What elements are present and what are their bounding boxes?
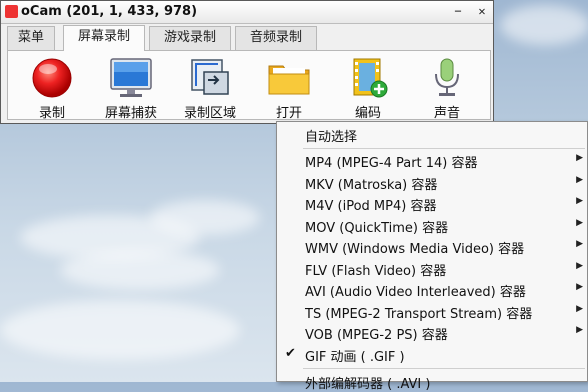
folder-icon xyxy=(268,65,310,95)
submenu-arrow-icon: ▶ xyxy=(576,218,583,228)
tab-game-record[interactable]: 游戏录制 xyxy=(149,26,231,50)
submenu-arrow-icon: ▶ xyxy=(576,239,583,249)
menu-item-label: MOV (QuickTime) 容器 xyxy=(305,221,449,236)
menu-item-label: VOB (MPEG-2 PS) 容器 xyxy=(305,328,448,343)
menu-item-label: FLV (Flash Video) 容器 xyxy=(305,264,447,279)
open-button[interactable]: 打开 xyxy=(250,54,328,121)
menu-item-label: TS (MPEG-2 Transport Stream) 容器 xyxy=(305,307,533,322)
submenu-arrow-icon: ▶ xyxy=(576,261,583,271)
record-icon xyxy=(32,58,72,98)
record-button[interactable]: 录制 xyxy=(13,54,91,121)
menu-item-avi[interactable]: AVI (Audio Video Interleaved) 容器 ▶ xyxy=(277,279,587,300)
codec-dropdown-menu: 自动选择 MP4 (MPEG-4 Part 14) 容器 ▶ MKV (Matr… xyxy=(276,121,588,392)
tab-audio-record[interactable]: 音频录制 xyxy=(235,26,317,50)
menu-item-label: 自动选择 xyxy=(305,130,358,145)
menu-item-ts[interactable]: TS (MPEG-2 Transport Stream) 容器 ▶ xyxy=(277,301,587,322)
menu-item-label: GIF 动画 ( .GIF ) xyxy=(305,350,405,365)
record-region-label: 录制区域 xyxy=(183,106,236,121)
ocam-window: oCam (201, 1, 433, 978) − ✕ 菜单 屏幕录制 游戏录制… xyxy=(0,0,494,124)
close-button[interactable]: ✕ xyxy=(473,3,491,20)
submenu-arrow-icon: ▶ xyxy=(576,153,583,163)
menu-item-mp4[interactable]: MP4 (MPEG-4 Part 14) 容器 ▶ xyxy=(277,150,587,171)
menu-item-wmv[interactable]: WMV (Windows Media Video) 容器 ▶ xyxy=(277,236,587,257)
record-region-button[interactable]: 录制区域 xyxy=(171,54,249,121)
record-label: 录制 xyxy=(38,106,65,121)
submenu-arrow-icon: ▶ xyxy=(576,304,583,314)
menu-item-vob[interactable]: VOB (MPEG-2 PS) 容器 ▶ xyxy=(277,322,587,343)
toolbar-panel: 录制 屏幕捕获 录制区域 打开 编码 声音 xyxy=(7,50,491,121)
tab-menu[interactable]: 菜单 xyxy=(7,26,55,50)
menu-item-m4v[interactable]: M4V (iPod MP4) 容器 ▶ xyxy=(277,193,587,214)
app-icon xyxy=(5,5,18,18)
minimize-button[interactable]: − xyxy=(449,3,467,20)
tab-screen-record[interactable]: 屏幕录制 xyxy=(63,25,145,51)
menu-item-label: 外部编解码器 ( .AVI ) xyxy=(305,377,431,392)
codec-button[interactable]: 编码 xyxy=(329,54,407,121)
checkmark-icon: ✔ xyxy=(285,346,296,361)
submenu-arrow-icon: ▶ xyxy=(576,325,583,335)
menu-item-mkv[interactable]: MKV (Matroska) 容器 ▶ xyxy=(277,172,587,193)
open-label: 打开 xyxy=(275,106,302,121)
codec-label: 编码 xyxy=(354,106,381,121)
screen-capture-label: 屏幕捕获 xyxy=(104,106,157,121)
title-bar[interactable]: oCam (201, 1, 433, 978) − ✕ xyxy=(1,1,493,24)
film-add-icon xyxy=(353,58,388,98)
submenu-arrow-icon: ▶ xyxy=(576,196,583,206)
sound-label: 声音 xyxy=(433,106,460,121)
screen-capture-button[interactable]: 屏幕捕获 xyxy=(92,54,170,121)
menu-item-mov[interactable]: MOV (QuickTime) 容器 ▶ xyxy=(277,215,587,236)
menu-separator xyxy=(303,148,585,149)
menu-item-label: WMV (Windows Media Video) 容器 xyxy=(305,242,525,257)
menu-separator xyxy=(303,368,585,369)
submenu-arrow-icon: ▶ xyxy=(576,282,583,292)
monitor-icon xyxy=(110,58,152,97)
sound-button[interactable]: 声音 xyxy=(408,54,486,121)
menu-item-label: AVI (Audio Video Interleaved) 容器 xyxy=(305,285,526,300)
menu-item-label: MKV (Matroska) 容器 xyxy=(305,178,438,193)
menu-item-label: M4V (iPod MP4) 容器 xyxy=(305,199,437,214)
menu-item-gif[interactable]: ✔ GIF 动画 ( .GIF ) xyxy=(277,344,587,365)
microphone-icon xyxy=(435,58,459,96)
submenu-arrow-icon: ▶ xyxy=(576,175,583,185)
menu-item-flv[interactable]: FLV (Flash Video) 容器 ▶ xyxy=(277,258,587,279)
window-title: oCam (201, 1, 433, 978) xyxy=(21,4,198,19)
menu-item-label: MP4 (MPEG-4 Part 14) 容器 xyxy=(305,156,478,171)
region-icon xyxy=(191,59,229,95)
menu-item-auto-select[interactable]: 自动选择 xyxy=(277,124,587,145)
